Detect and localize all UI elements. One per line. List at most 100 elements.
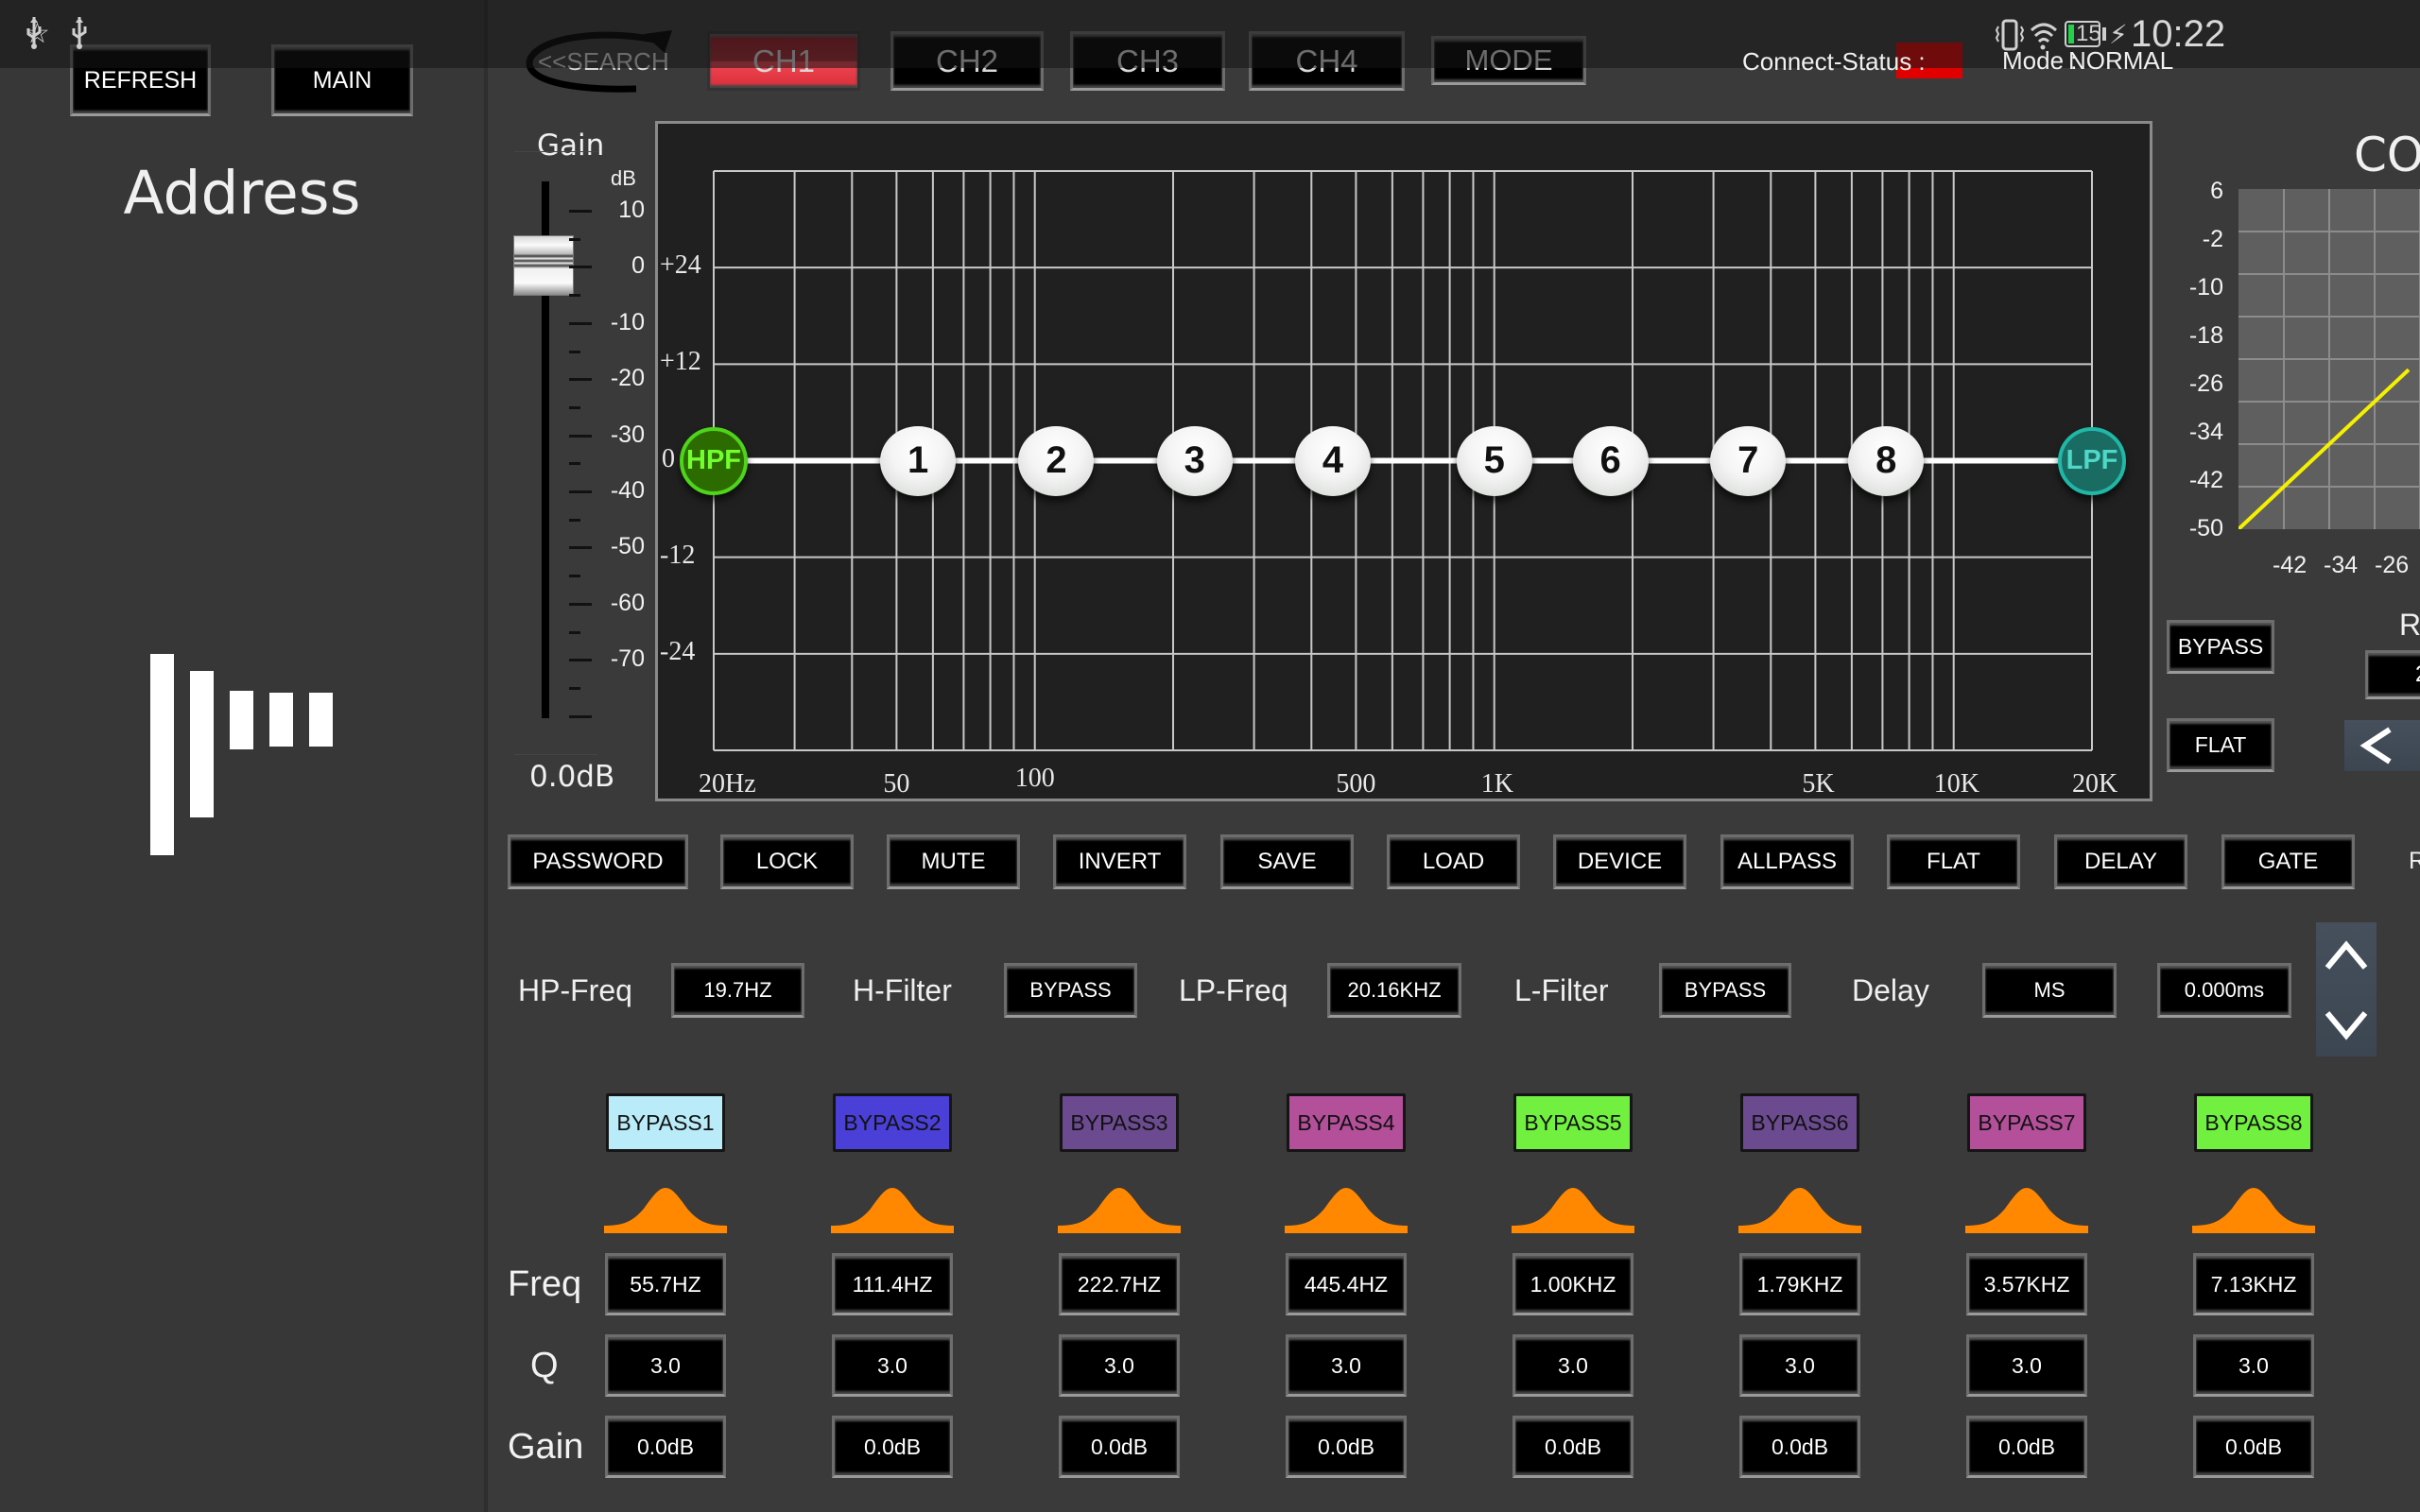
band-freq-field[interactable]: 1.79KHZ [1739, 1253, 1860, 1315]
peak-filter-icon[interactable] [1965, 1188, 2088, 1233]
band-q-field[interactable]: 3.0 [605, 1334, 726, 1397]
band-gain-field[interactable]: 0.0dB [605, 1416, 726, 1478]
band-q-field[interactable]: 3.0 [1966, 1334, 2087, 1397]
gain-scale-minor-tick [569, 237, 580, 241]
band-gain-field[interactable]: 0.0dB [832, 1416, 953, 1478]
eq-band-node-7[interactable]: 7 [1710, 425, 1787, 496]
main-button[interactable]: MAIN [271, 44, 413, 116]
delay-label: Delay [1852, 973, 1929, 1007]
bypass-button-2[interactable]: BYPASS2 [833, 1093, 952, 1152]
l-filter-select[interactable]: BYPASS [1659, 963, 1791, 1018]
bypass-button-5[interactable]: BYPASS5 [1513, 1093, 1633, 1152]
x-tick-label: 500 [1336, 769, 1376, 799]
connect-status-label: Connect-Status : [1742, 47, 1926, 76]
peak-filter-icon[interactable] [604, 1188, 727, 1233]
compressor-flat-button[interactable]: FLAT [2167, 718, 2274, 772]
band-gain-field[interactable]: 0.0dB [1059, 1416, 1180, 1478]
lock-button[interactable]: LOCK [720, 834, 854, 889]
bypass-button-3[interactable]: BYPASS3 [1060, 1093, 1179, 1152]
band-freq-field[interactable]: 1.00KHZ [1512, 1253, 1634, 1315]
scroll-stepper[interactable] [2316, 922, 2377, 1057]
hpf-node[interactable]: HPF [680, 426, 748, 495]
bypass-button-6[interactable]: BYPASS6 [1740, 1093, 1859, 1152]
refresh-button[interactable]: REFRESH [70, 44, 211, 116]
peak-filter-icon[interactable] [1058, 1188, 1181, 1233]
compressor-y-label: -2 [2202, 226, 2223, 252]
band-freq-field[interactable]: 55.7HZ [605, 1253, 726, 1315]
bypass-button-4[interactable]: BYPASS4 [1287, 1093, 1406, 1152]
eq-band-node-5[interactable]: 5 [1456, 425, 1532, 496]
band-freq-field[interactable]: 222.7HZ [1059, 1253, 1180, 1315]
bypass-button-8[interactable]: BYPASS8 [2194, 1093, 2313, 1152]
delay-unit-select[interactable]: MS [1982, 963, 2117, 1018]
compressor-grid [2238, 189, 2420, 529]
band-gain-field[interactable]: 0.0dB [1739, 1416, 1860, 1478]
eq-band-node-8[interactable]: 8 [1848, 425, 1925, 496]
toolbar-trailing-label: R [2409, 848, 2420, 874]
ratio-value[interactable]: 2 [2365, 650, 2420, 699]
band-freq-field[interactable]: 3.57KHZ [1966, 1253, 2087, 1315]
delay-value-field[interactable]: 0.000ms [2157, 963, 2291, 1018]
band-gain-field[interactable]: 0.0dB [2193, 1416, 2314, 1478]
peak-filter-icon[interactable] [2192, 1188, 2315, 1233]
load-button[interactable]: LOAD [1387, 834, 1520, 889]
divider [514, 754, 597, 755]
chevron-down-icon[interactable] [2325, 1011, 2368, 1040]
compressor-y-label: -10 [2188, 274, 2223, 301]
compressor-x-label: -42 [2273, 552, 2308, 578]
save-button[interactable]: SAVE [1220, 834, 1354, 889]
hp-freq-field[interactable]: 19.7HZ [671, 963, 804, 1018]
lpf-node[interactable]: LPF [2058, 426, 2126, 495]
device-button[interactable]: DEVICE [1553, 834, 1686, 889]
allpass-button[interactable]: ALLPASS [1720, 834, 1854, 889]
band-q-field[interactable]: 3.0 [1739, 1334, 1860, 1397]
flat-button[interactable]: FLAT [1887, 834, 2020, 889]
mode-button[interactable]: MODE [1431, 36, 1586, 85]
bypass-button-7[interactable]: BYPASS7 [1967, 1093, 2086, 1152]
prev-button[interactable] [2344, 720, 2420, 771]
band-freq-field[interactable]: 445.4HZ [1286, 1253, 1407, 1315]
band-freq-field[interactable]: 7.13KHZ [2193, 1253, 2314, 1315]
chevron-up-icon[interactable] [2325, 940, 2368, 970]
tab-ch2[interactable]: CH2 [890, 31, 1044, 91]
eq-band-node-1[interactable]: 1 [880, 425, 957, 496]
invert-button[interactable]: INVERT [1053, 834, 1186, 889]
band-gain-field[interactable]: 0.0dB [1286, 1416, 1407, 1478]
gate-button[interactable]: GATE [2221, 834, 2355, 889]
delay-button[interactable]: DELAY [2054, 834, 2187, 889]
tab-ch1[interactable]: CH1 [707, 31, 860, 91]
compressor-y-label: -18 [2188, 322, 2223, 349]
battery-icon: 15 [2065, 21, 2101, 47]
eq-band-node-3[interactable]: 3 [1156, 425, 1233, 496]
audio-bars-logo [150, 654, 339, 857]
compressor-x-label: -26 [2375, 552, 2410, 578]
band-gain-field[interactable]: 0.0dB [1512, 1416, 1634, 1478]
gain-slider-knob[interactable] [513, 235, 574, 297]
lp-freq-field[interactable]: 20.16KHZ [1327, 963, 1461, 1018]
band-q-field[interactable]: 3.0 [1286, 1334, 1407, 1397]
bypass-button-1[interactable]: BYPASS1 [606, 1093, 725, 1152]
search-button[interactable]: <<SEARCH [523, 28, 674, 94]
eq-graph[interactable]: +24 +12 0 -12 -24 20Hz 50 100 500 1K 5K 10K 20K HPF 1 2… [655, 121, 2152, 801]
peak-filter-icon[interactable] [1738, 1188, 1861, 1233]
band-q-field[interactable]: 3.0 [832, 1334, 953, 1397]
tab-ch4[interactable]: CH4 [1249, 31, 1405, 91]
tab-ch3[interactable]: CH3 [1070, 31, 1225, 91]
band-q-field[interactable]: 3.0 [1059, 1334, 1180, 1397]
band-freq-field[interactable]: 111.4HZ [832, 1253, 953, 1315]
peak-filter-icon[interactable] [1512, 1188, 1634, 1233]
compressor-bypass-button[interactable]: BYPASS [2167, 620, 2274, 674]
h-filter-select[interactable]: BYPASS [1004, 963, 1137, 1018]
eq-band-node-6[interactable]: 6 [1572, 425, 1649, 496]
band-q-field[interactable]: 3.0 [1512, 1334, 1634, 1397]
password-button[interactable]: PASSWORD [508, 834, 688, 889]
eq-band-node-2[interactable]: 2 [1018, 425, 1095, 496]
band-gain-field[interactable]: 0.0dB [1966, 1416, 2087, 1478]
peak-filter-icon[interactable] [1285, 1188, 1408, 1233]
mute-button[interactable]: MUTE [887, 834, 1020, 889]
freq-row-label: Freq [508, 1264, 582, 1304]
compressor-graph[interactable] [2238, 189, 2420, 529]
peak-filter-icon[interactable] [831, 1188, 954, 1233]
band-q-field[interactable]: 3.0 [2193, 1334, 2314, 1397]
eq-band-node-4[interactable]: 4 [1294, 425, 1371, 496]
